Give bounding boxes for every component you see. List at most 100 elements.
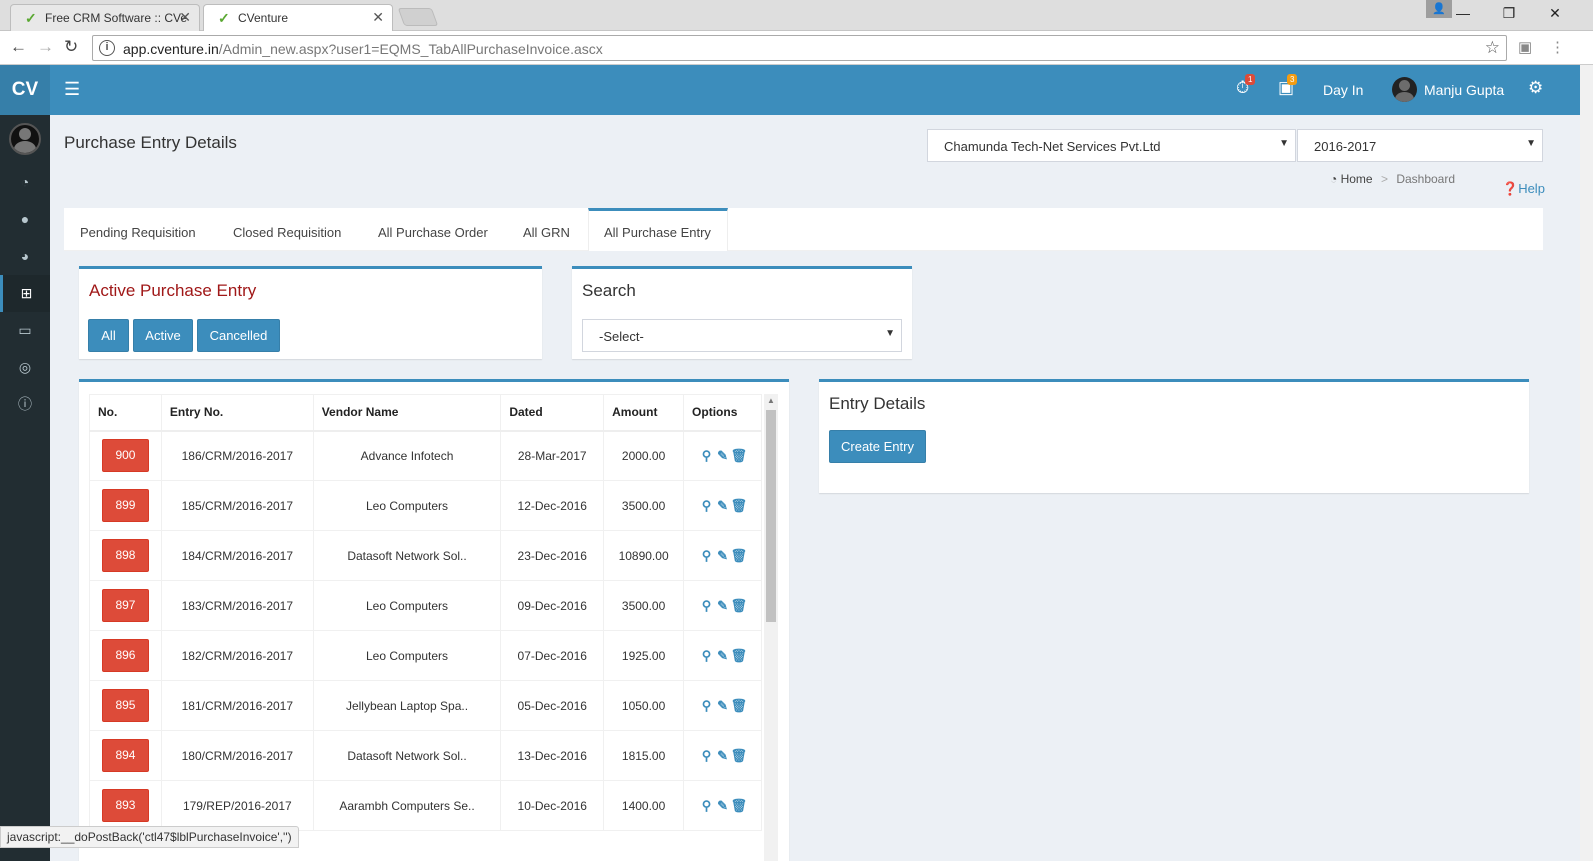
entry-number-badge[interactable]: 897 [101,589,149,622]
col-no: No. [89,394,162,432]
browser-tab-crm[interactable]: ✓ Free CRM Software :: CVe ✕ [10,4,200,31]
filter-all-button[interactable]: All [88,319,129,352]
create-entry-button[interactable]: Create Entry [829,430,926,463]
browser-menu-icon[interactable]: ⋮ [1550,38,1565,56]
edit-icon[interactable]: ✎ [715,648,731,664]
view-search-icon[interactable]: ⚲ [699,598,715,614]
view-search-icon[interactable]: ⚲ [699,798,715,814]
entry-number-badge[interactable]: 895 [101,689,149,722]
delete-trash-icon[interactable]: 🗑 [731,648,748,664]
extension-icon[interactable]: ▣ [1518,38,1532,56]
close-tab-icon[interactable]: ✕ [372,9,384,26]
edit-icon[interactable]: ✎ [715,448,731,464]
hamburger-menu-icon[interactable]: ☰ [64,79,80,100]
edit-icon[interactable]: ✎ [715,498,731,514]
col-amount: Amount [603,394,685,432]
dashboard-icon[interactable]: ◔ [0,164,50,201]
restore-icon[interactable]: ❐ [1486,0,1532,26]
settings-gears-icon[interactable]: ⚙ [1528,78,1543,98]
company-select[interactable]: Chamunda Tech-Net Services Pvt.Ltd ▼ [927,129,1296,162]
search-select[interactable]: -Select- ▼ [582,319,902,352]
user-avatar[interactable] [1392,77,1417,102]
table-row: 897 183/CRM/2016-2017 Leo Computers 09-Dec-… [89,580,762,631]
purchase-entry-table-scroll[interactable]: No. Entry No. Vendor Name Dated Amount O… [89,394,762,861]
delete-trash-icon[interactable]: 🗑 [731,798,748,814]
tab-pending-requisition[interactable]: Pending Requisition [80,208,196,251]
help-link[interactable]: ❓Help [1502,181,1545,197]
entry-number-badge[interactable]: 898 [101,539,149,572]
breadcrumb-home[interactable]: Home [1341,172,1373,186]
table-row: 893 179/REP/2016-2017 Aarambh Computers Se… [89,780,762,831]
page-title: Purchase Entry Details [64,133,237,152]
options-cell: ⚲ ✎ 🗑 [683,630,762,681]
amount-cell: 3500.00 [603,580,685,631]
view-search-icon[interactable]: ⚲ [699,548,715,564]
scroll-up-icon[interactable]: ▲ [767,396,775,405]
forward-arrow-icon[interactable]: → [37,37,54,57]
close-tab-icon[interactable]: ✕ [179,9,191,26]
edit-icon[interactable]: ✎ [715,748,731,764]
dated-cell: 12-Dec-2016 [500,480,605,531]
site-info-icon[interactable]: i [99,40,115,56]
tab-all-purchase-entry[interactable]: All Purchase Entry [588,208,728,251]
entry-number-badge[interactable]: 900 [101,439,149,473]
year-select[interactable]: 2016-2017 ▼ [1297,129,1543,162]
user-icon[interactable]: ● [0,201,50,238]
view-search-icon[interactable]: ⚲ [699,648,715,664]
entry-number-badge[interactable]: 894 [101,739,149,772]
edit-icon[interactable]: ✎ [715,798,731,814]
module-tabs: Pending Requisition Closed Requisition A… [64,208,1543,251]
user-name[interactable]: Manju Gupta [1424,82,1504,98]
tab-closed-requisition[interactable]: Closed Requisition [233,208,341,251]
app-logo[interactable]: CV [0,65,50,115]
delete-trash-icon[interactable]: 🗑 [731,598,748,614]
tab-all-grn[interactable]: All GRN [523,208,570,251]
delete-trash-icon[interactable]: 🗑 [731,448,748,464]
page-scrollbar[interactable] [1580,65,1593,861]
view-search-icon[interactable]: ⚲ [699,448,715,464]
app-header: CV ☰ ⏱ 1 ▣ 3 Day In Manju Gupta ⚙ [0,65,1580,115]
options-cell: ⚲ ✎ 🗑 [683,780,762,831]
entry-details-box: Entry Details Create Entry [819,379,1529,493]
table-row: 899 185/CRM/2016-2017 Leo Computers 12-Dec-… [89,480,762,531]
view-search-icon[interactable]: ⚲ [699,498,715,514]
pie-chart-icon[interactable]: ◕ [0,238,50,275]
new-tab-button[interactable] [397,8,439,26]
tab-all-purchase-order[interactable]: All Purchase Order [378,208,488,251]
delete-trash-icon[interactable]: 🗑 [731,498,748,514]
window-close-icon[interactable]: ✕ [1532,0,1578,26]
delete-trash-icon[interactable]: 🗑 [731,698,748,714]
browser-tab-cventure[interactable]: ✓ CVenture ✕ [203,4,393,31]
info-icon[interactable]: ⓘ [0,386,50,423]
messages-icon[interactable]: ▣ 3 [1278,74,1298,98]
scroll-thumb[interactable] [766,410,776,622]
messages-badge: 3 [1287,74,1298,85]
shopping-cart-icon[interactable]: ⊞ [0,275,50,312]
address-bar[interactable]: i app.cventure.in/Admin_new.aspx?user1=E… [92,35,1507,61]
edit-icon[interactable]: ✎ [715,698,731,714]
view-search-icon[interactable]: ⚲ [699,698,715,714]
back-arrow-icon[interactable]: ← [10,37,27,57]
browser-tab-bar: ✓ Free CRM Software :: CVe ✕ ✓ CVenture … [0,0,1593,31]
entry-number-badge[interactable]: 899 [101,489,149,522]
options-cell: ⚲ ✎ 🗑 [683,480,762,531]
alerts-clock-icon[interactable]: ⏱ 1 [1236,74,1256,98]
credit-card-icon[interactable]: ▭ [0,312,50,349]
support-lifebuoy-icon[interactable]: ◎ [0,349,50,386]
sidebar-user-avatar [9,123,41,155]
edit-icon[interactable]: ✎ [715,548,731,564]
view-search-icon[interactable]: ⚲ [699,748,715,764]
entry-number-badge[interactable]: 893 [101,789,149,822]
table-scrollbar[interactable]: ▲ [764,394,778,861]
delete-trash-icon[interactable]: 🗑 [731,748,748,764]
entry-no-cell: 181/CRM/2016-2017 [160,680,314,731]
filter-active-button[interactable]: Active [133,319,193,352]
day-in-link[interactable]: Day In [1323,82,1363,98]
filter-cancelled-button[interactable]: Cancelled [197,319,280,352]
entry-number-badge[interactable]: 896 [101,639,149,672]
minimize-icon[interactable]: — [1440,0,1486,26]
reload-icon[interactable]: ↻ [64,37,78,57]
edit-icon[interactable]: ✎ [715,598,731,614]
delete-trash-icon[interactable]: 🗑 [731,548,748,564]
bookmark-star-icon[interactable]: ☆ [1485,38,1500,58]
